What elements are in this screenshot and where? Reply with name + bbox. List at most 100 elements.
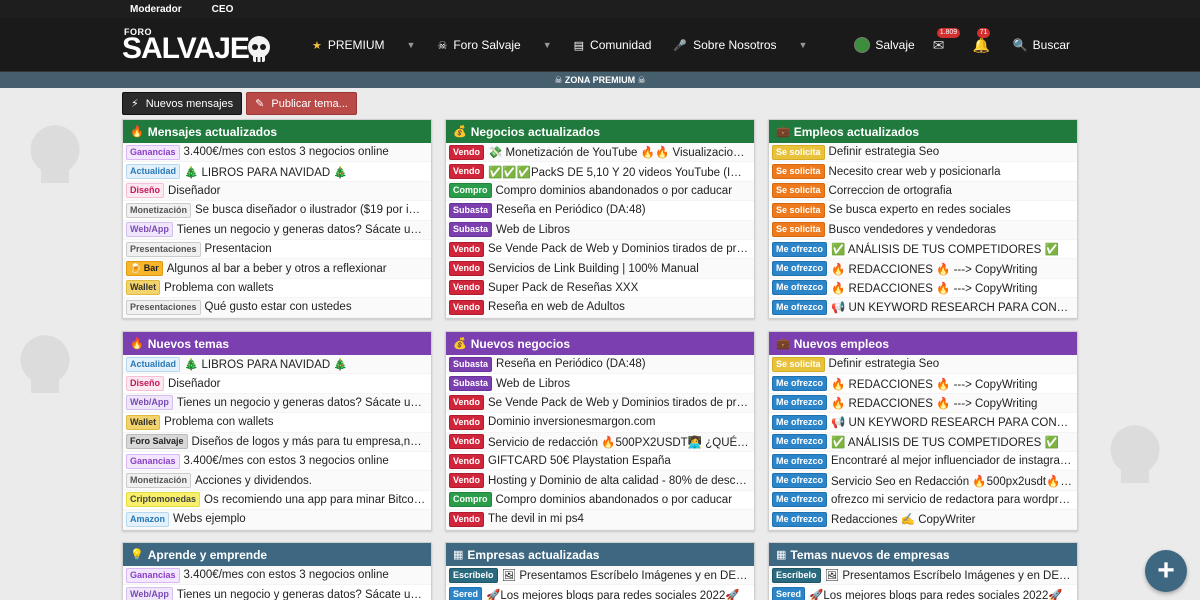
prefix-tag[interactable]: Se solicita (772, 202, 825, 218)
thread-title-link[interactable]: ✅ ANÁLISIS DE TUS COMPETIDORES ✅ (831, 242, 1077, 256)
new-messages-button[interactable]: ⚡ Nuevos mensajes (122, 92, 243, 115)
prefix-tag[interactable]: Se solicita (772, 144, 825, 160)
list-item[interactable]: Ganancias 3.400€/mes con estos 3 negocios… (123, 143, 431, 163)
prefix-tag[interactable]: Me ofrezco (772, 261, 828, 277)
prefix-tag[interactable]: Vendo (449, 434, 485, 450)
nav-sobre-nosotros[interactable]: 🎤 Sobre Nosotros ▼ (673, 38, 807, 52)
thread-title-link[interactable]: Diseñador (168, 378, 431, 390)
staff-link-ceo[interactable]: CEO (212, 4, 234, 15)
prefix-tag[interactable]: Diseño (126, 183, 165, 199)
list-item[interactable]: Subasta Web de Libros (446, 220, 754, 240)
prefix-tag[interactable]: Presentaciones (126, 299, 201, 315)
list-item[interactable]: Actualidad 🎄 LIBROS PARA NAVIDAD 🎄 (123, 162, 431, 182)
list-item[interactable]: Me ofrezco Redacciones ✍️ CopyWriter (769, 510, 1077, 530)
prefix-tag[interactable]: Subasta (449, 202, 493, 218)
thread-title-link[interactable]: Os recomiendo una app para minar Bitcoin… (204, 494, 431, 506)
prefix-tag[interactable]: Wallet (126, 280, 161, 296)
search-button[interactable]: 🔍 Buscar (1013, 38, 1070, 52)
list-item[interactable]: Monetización Se busca diseñador o ilustra… (123, 201, 431, 221)
post-thread-button[interactable]: ✎ Publicar tema... (246, 92, 357, 115)
prefix-tag[interactable]: Ganancias (126, 453, 180, 469)
list-item[interactable]: Vendo Super Pack de Reseñas XXX (446, 279, 754, 299)
panel-header[interactable]: ▦ Empresas actualizadas (446, 543, 754, 566)
thread-title-link[interactable]: 🎄 LIBROS PARA NAVIDAD 🎄 (184, 357, 431, 371)
thread-title-link[interactable]: 🔥 REDACCIONES 🔥 ---> CopyWriting (831, 262, 1077, 276)
prefix-tag[interactable]: Foro Salvaje (126, 434, 188, 450)
list-item[interactable]: Me ofrezco Encontraré al mejor influencia… (769, 452, 1077, 472)
site-logo[interactable]: FORO SALVAJE (122, 24, 274, 68)
thread-title-link[interactable]: ofrezco mi servicio de redactora para wo… (831, 494, 1077, 506)
list-item[interactable]: Vendo Reseña en web de Adultos (446, 298, 754, 318)
prefix-tag[interactable]: Vendo (449, 280, 485, 296)
thread-title-link[interactable]: Se busca diseñador o ilustrador ($19 por… (195, 204, 431, 216)
thread-title-link[interactable]: Diseños de logos y más para tu empresa,n… (192, 436, 431, 448)
prefix-tag[interactable]: Vendo (449, 261, 485, 277)
thread-title-link[interactable]: Algunos al bar a beber y otros a reflexi… (167, 263, 431, 275)
inbox-button[interactable]: ✉ 1.809 (933, 27, 961, 54)
prefix-tag[interactable]: Vendo (449, 164, 485, 180)
thread-title-link[interactable]: Compro dominios abandonados o por caduca… (496, 494, 755, 506)
thread-title-link[interactable]: Web de Libros (496, 378, 754, 390)
thread-title-link[interactable]: Busco vendedores y vendedoras (829, 224, 1077, 236)
list-item[interactable]: Compro Compro dominios abandonados o por … (446, 181, 754, 202)
thread-title-link[interactable]: Servicio Seo en Redacción 🔥500px2usdt🔥✍️… (831, 474, 1077, 488)
prefix-tag[interactable]: Se solicita (772, 356, 825, 372)
list-item[interactable]: Web/App Tienes un negocio y generas datos… (123, 220, 431, 240)
panel-header[interactable]: 💼 Empleos actualizados (769, 120, 1077, 143)
panel-header[interactable]: 💼 Nuevos empleos (769, 332, 1077, 355)
thread-title-link[interactable]: Hosting y Dominio de alta calidad - 80% … (488, 475, 754, 487)
thread-title-link[interactable]: Presentacion (205, 243, 431, 255)
list-item[interactable]: Presentaciones Presentacion (123, 240, 431, 260)
list-item[interactable]: Vendo The devil in mi ps4 (446, 510, 754, 530)
list-item[interactable]: Me ofrezco ✅ ANÁLISIS DE TUS COMPETIDORES… (769, 240, 1077, 260)
prefix-tag[interactable]: Monetización (126, 473, 192, 489)
panel-header[interactable]: ▦ Temas nuevos de empresas (769, 543, 1077, 566)
nav-foro-salvaje[interactable]: ☠ Foro Salvaje ▼ (437, 38, 551, 52)
prefix-tag[interactable]: Vendo (449, 144, 485, 160)
thread-title-link[interactable]: 3.400€/mes con estos 3 negocios online (184, 569, 431, 581)
list-item[interactable]: Me ofrezco 🔥 REDACCIONES 🔥 ---> CopyWriti… (769, 259, 1077, 279)
staff-link-moderador[interactable]: Moderador (130, 4, 182, 15)
list-item[interactable]: Diseño Diseñador (123, 181, 431, 202)
prefix-tag[interactable]: Me ofrezco (772, 414, 828, 430)
list-item[interactable]: Me ofrezco 🔥 REDACCIONES 🔥 ---> CopyWriti… (769, 374, 1077, 394)
chevron-down-icon[interactable]: ▼ (799, 40, 808, 50)
prefix-tag[interactable]: Me ofrezco (772, 453, 828, 469)
thread-title-link[interactable]: 📢 UN KEYWORD RESEARCH PARA CONTROLARLO T… (831, 300, 1077, 314)
list-item[interactable]: Escríbelo 🖼 Presentamos Escríbelo Imágene… (446, 566, 754, 586)
prefix-tag[interactable]: Subasta (449, 222, 493, 238)
thread-title-link[interactable]: Reseña en Periódico (DA:48) (496, 358, 754, 370)
list-item[interactable]: Escríbelo 🖼 Presentamos Escríbelo Imágene… (769, 566, 1077, 586)
list-item[interactable]: Vendo Hosting y Dominio de alta calidad -… (446, 471, 754, 491)
list-item[interactable]: Vendo Dominio inversionesmargon.com (446, 413, 754, 433)
prefix-tag[interactable]: Compro (449, 492, 492, 508)
thread-title-link[interactable]: Qué gusto estar con ustedes (205, 301, 431, 313)
prefix-tag[interactable]: Subasta (449, 376, 493, 392)
prefix-tag[interactable]: Me ofrezco (772, 492, 828, 508)
add-button[interactable]: + (1145, 550, 1187, 592)
list-item[interactable]: Se solicita Definir estrategia Seo (769, 143, 1077, 163)
list-item[interactable]: Criptomonedas Os recomiendo una app para … (123, 491, 431, 511)
list-item[interactable]: Se solicita Definir estrategia Seo (769, 355, 1077, 375)
thread-title-link[interactable]: 🔥 REDACCIONES 🔥 ---> CopyWriting (831, 377, 1077, 391)
prefix-tag[interactable]: Me ofrezco (772, 434, 828, 450)
chevron-down-icon[interactable]: ▼ (407, 40, 416, 50)
thread-title-link[interactable]: Definir estrategia Seo (829, 358, 1077, 370)
list-item[interactable]: Me ofrezco 📢 UN KEYWORD RESEARCH PARA CON… (769, 298, 1077, 318)
prefix-tag[interactable]: Ganancias (126, 144, 180, 160)
thread-title-link[interactable]: Webs ejemplo (173, 513, 431, 525)
prefix-tag[interactable]: Sered (449, 587, 483, 600)
list-item[interactable]: Amazon Webs ejemplo (123, 510, 431, 530)
prefix-tag[interactable]: Me ofrezco (772, 473, 828, 489)
thread-title-link[interactable]: GIFTCARD 50€ Playstation España (488, 455, 754, 467)
thread-title-link[interactable]: ✅ ANÁLISIS DE TUS COMPETIDORES ✅ (831, 435, 1077, 449)
nav-comunidad[interactable]: ▤ Comunidad (574, 38, 652, 52)
thread-title-link[interactable]: Reseña en web de Adultos (488, 301, 754, 313)
prefix-tag[interactable]: Web/App (126, 587, 173, 600)
prefix-tag[interactable]: Actualidad (126, 356, 181, 372)
panel-header[interactable]: 🔥 Mensajes actualizados (123, 120, 431, 143)
prefix-tag[interactable]: Diseño (126, 376, 165, 392)
prefix-tag[interactable]: Wallet (126, 414, 161, 430)
prefix-tag[interactable]: Se solicita (772, 222, 825, 238)
thread-title-link[interactable]: Encontraré al mejor influenciador de ins… (831, 455, 1077, 467)
